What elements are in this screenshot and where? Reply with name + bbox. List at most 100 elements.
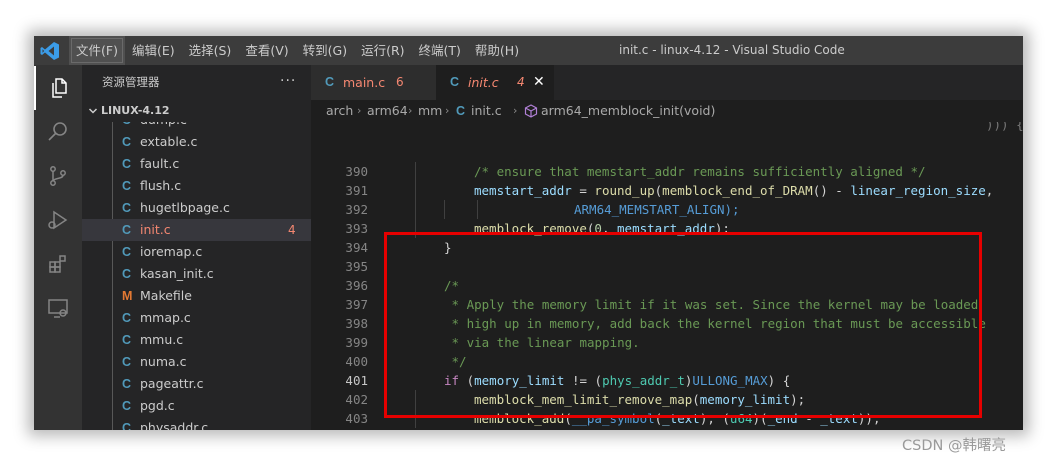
activity-run-debug[interactable] — [34, 198, 82, 242]
file-item[interactable]: Cphysaddr.c — [82, 417, 311, 430]
vscode-logo-icon — [40, 42, 59, 60]
file-item[interactable]: Cfault.c — [82, 153, 311, 175]
sidebar-title: 资源管理器 — [102, 75, 160, 89]
chevron-right-icon: › — [445, 104, 450, 117]
line-number: 396 — [345, 278, 368, 293]
problem-count-badge: 6 — [396, 75, 404, 89]
activity-search[interactable] — [34, 110, 82, 154]
line-number: 403 — [345, 411, 368, 426]
file-name: kasan_init.c — [140, 266, 214, 281]
file-item[interactable]: Cioremap.c — [82, 241, 311, 263]
file-item[interactable]: Cmmap.c — [82, 307, 311, 329]
breadcrumb-symbol[interactable]: arm64_memblock_init(void) — [541, 100, 715, 122]
run-debug-icon — [48, 210, 68, 230]
c-file-icon: C — [122, 267, 132, 281]
code-line: } — [444, 428, 452, 430]
indent-guide — [415, 162, 416, 238]
source-control-icon — [50, 166, 66, 186]
file-name: hugetlbpage.c — [140, 200, 230, 215]
file-item[interactable]: Cflush.c — [82, 175, 311, 197]
file-name: physaddr.c — [140, 420, 209, 430]
c-file-icon: C — [122, 157, 132, 171]
chevron-right-icon: › — [408, 104, 413, 117]
file-item-selected[interactable]: Cinit.c 4 — [82, 219, 311, 241]
file-item[interactable]: Cnuma.c — [82, 351, 311, 373]
activity-extensions[interactable] — [34, 242, 82, 286]
file-name: pgd.c — [140, 398, 175, 413]
c-file-icon: C — [122, 355, 132, 369]
breadcrumb-arm64[interactable]: arm64 — [367, 100, 408, 122]
line-number: 404 — [311, 428, 368, 430]
file-item[interactable]: Cmmu.c — [82, 329, 311, 351]
c-file-icon: C — [122, 201, 132, 215]
title-bar: 文件(F) 编辑(E) 选择(S) 查看(V) 转到(G) 运行(R) 终端(T… — [34, 36, 1023, 65]
menu-go[interactable]: 转到(G) — [296, 36, 354, 65]
file-item[interactable]: M Makefile — [82, 285, 311, 307]
menu-selection[interactable]: 选择(S) — [182, 36, 239, 65]
menu-run[interactable]: 运行(R) — [354, 36, 411, 65]
c-file-icon: C — [122, 179, 132, 193]
file-tree: Cdump.c Cextable.c Cfault.c Cflush.c Chu… — [82, 122, 311, 430]
menu-help[interactable]: 帮助(H) — [468, 36, 526, 65]
problem-count-badge: 4 — [517, 75, 525, 89]
workspace-section-header[interactable]: LINUX-4.12 — [82, 100, 311, 122]
file-item[interactable]: Cpageattr.c — [82, 373, 311, 395]
activity-source-control[interactable] — [34, 154, 82, 198]
tab-main-c[interactable]: C main.c 6 — [311, 65, 436, 100]
line-number: 390 — [345, 164, 368, 179]
file-name: mmap.c — [140, 310, 191, 325]
code-line: memstart_addr = round_up(memblock_end_of… — [474, 183, 994, 198]
menu-view[interactable]: 查看(V) — [238, 36, 295, 65]
menu-terminal[interactable]: 终端(T) — [412, 36, 468, 65]
editor-tabs: C main.c 6 C init.c 4 ✕ — [311, 65, 1023, 100]
search-icon — [48, 122, 67, 141]
file-item[interactable]: Cpgd.c — [82, 395, 311, 417]
file-item[interactable]: Cdump.c — [82, 122, 311, 131]
c-file-icon: C — [122, 377, 132, 391]
line-number: 395 — [345, 259, 368, 274]
indent-guide — [444, 200, 445, 219]
file-name: fault.c — [140, 156, 180, 171]
explorer-sidebar: 资源管理器 ··· LINUX-4.12 Cdump.c Cextable.c … — [82, 65, 311, 430]
line-number: 394 — [345, 240, 368, 255]
breadcrumb-file[interactable]: init.c — [471, 100, 502, 122]
menu-file[interactable]: 文件(F) — [69, 36, 125, 65]
file-item[interactable]: Chugetlbpage.c — [82, 197, 311, 219]
tab-label: main.c — [343, 75, 386, 90]
line-number: 398 — [345, 316, 368, 331]
problem-count-badge: 4 — [288, 223, 296, 237]
breadcrumb: arch › arm64 › mm › C init.c › arm64_mem… — [311, 100, 1023, 122]
activity-explorer[interactable] — [34, 66, 82, 110]
menu-bar: 文件(F) 编辑(E) 选择(S) 查看(V) 转到(G) 运行(R) 终端(T… — [69, 36, 526, 65]
c-file-icon: C — [122, 421, 132, 430]
breadcrumb-arch[interactable]: arch — [326, 100, 353, 122]
c-file-icon: C — [450, 75, 460, 89]
line-number: 400 — [345, 354, 368, 369]
file-name: init.c — [140, 222, 171, 237]
tab-label: init.c — [468, 75, 499, 90]
close-icon[interactable]: ✕ — [533, 65, 545, 100]
chevron-right-icon: › — [357, 104, 362, 117]
file-name: flush.c — [140, 178, 182, 193]
breadcrumb-mm[interactable]: mm — [418, 100, 442, 122]
window-title: init.c - linux-4.12 - Visual Studio Code — [619, 43, 845, 57]
tab-init-c[interactable]: C init.c 4 ✕ — [436, 65, 554, 100]
line-number: 393 — [345, 221, 368, 236]
indent-guide — [477, 200, 478, 219]
file-item[interactable]: Cextable.c — [82, 131, 311, 153]
makefile-icon: M — [122, 289, 133, 303]
code-line: /* ensure that memstart_addr remains suf… — [474, 164, 926, 179]
activity-remote-explorer[interactable] — [34, 286, 82, 330]
code-line: ARM64_MEMSTART_ALIGN); — [574, 202, 740, 217]
file-item[interactable]: Ckasan_init.c — [82, 263, 311, 285]
more-actions-icon[interactable]: ··· — [280, 65, 296, 98]
c-file-icon: C — [122, 135, 132, 149]
line-number: 392 — [345, 202, 368, 217]
remote-explorer-icon — [48, 299, 68, 318]
menu-edit[interactable]: 编辑(E) — [125, 36, 182, 65]
c-file-icon: C — [122, 399, 132, 413]
code-line-partial: ))) { — [399, 122, 1023, 132]
file-name: ioremap.c — [140, 244, 203, 259]
file-name: mmu.c — [140, 332, 184, 347]
workspace-name: LINUX-4.12 — [101, 104, 170, 117]
